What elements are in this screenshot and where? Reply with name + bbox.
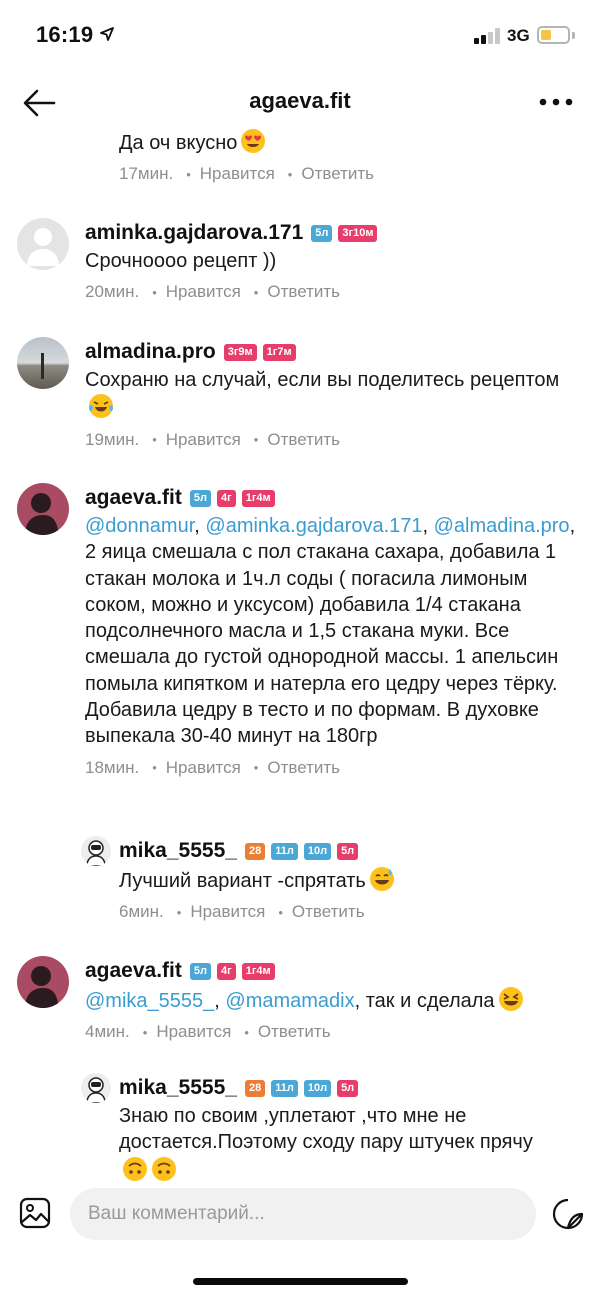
upside-down-face-emoji	[152, 1156, 176, 1181]
comment-time: 18мин.	[85, 757, 140, 777]
grinning-sweat-emoji	[369, 867, 394, 891]
avatar[interactable]	[17, 956, 69, 1008]
badge: 5л	[337, 1079, 359, 1097]
reply-button[interactable]: Ответить	[267, 430, 340, 450]
badge: 5л	[337, 842, 359, 860]
comment-text: Лучший вариант -спрятать	[119, 866, 395, 894]
status-time: 16:19	[36, 22, 94, 47]
location-arrow-icon	[100, 27, 114, 41]
username[interactable]: agaeva.fit	[85, 959, 182, 983]
badge: 28	[244, 1079, 266, 1097]
upside-down-face-emoji	[123, 1156, 147, 1181]
comment-time: 17мин.	[119, 164, 174, 184]
badge: 4г	[217, 489, 236, 507]
mention-link[interactable]: @almadina.pro	[434, 515, 570, 537]
badge: 1г7м	[262, 343, 296, 361]
mention-link[interactable]: @mamamadix	[225, 990, 354, 1012]
comment-text: Знаю по своим ,уплетают ,что мне не дост…	[119, 1103, 559, 1182]
like-button[interactable]: Нравится	[166, 430, 241, 450]
comment-time: 20мин.	[85, 282, 140, 302]
comment-time: 6мин.	[119, 902, 164, 922]
mention-link[interactable]: @mika_5555_	[85, 990, 214, 1012]
comment-text: Сохраню на случай, если вы поделитесь ре…	[85, 367, 565, 422]
avatar[interactable]	[81, 836, 111, 866]
badge: 11л	[271, 842, 298, 860]
comment-text: Срочноооо рецепт ))	[85, 250, 277, 272]
badge: 1г4м	[241, 962, 275, 980]
crying-laughing-emoji	[88, 394, 114, 419]
comment-list[interactable]: Да оч вкусно 17мин. • Нравится • Ответит…	[0, 120, 600, 1182]
badge: 11л	[271, 1079, 298, 1097]
badge: 1г4м	[241, 489, 275, 507]
reply-button[interactable]: Ответить	[292, 902, 365, 922]
comment-time: 19мин.	[85, 429, 140, 449]
network-type: 3G	[507, 26, 530, 45]
reply-button[interactable]: Ответить	[267, 282, 340, 302]
like-button[interactable]: Нравится	[190, 902, 265, 922]
badge: 4г	[217, 962, 236, 980]
like-button[interactable]: Нравится	[166, 282, 241, 302]
signal-icon	[474, 28, 500, 44]
laughing-emoji	[498, 987, 523, 1011]
image-gallery-icon[interactable]	[19, 1197, 51, 1229]
reply-button[interactable]: Ответить	[258, 1022, 331, 1042]
reply-button[interactable]: Ответить	[301, 164, 374, 184]
username[interactable]: agaeva.fit	[85, 486, 182, 510]
comment-meta: 19мин. • Нравится • Ответить	[85, 429, 341, 450]
mention-link[interactable]: @aminka.gajdarova.171	[205, 515, 422, 537]
badge: 5л	[189, 962, 211, 980]
home-indicator[interactable]	[193, 1278, 408, 1285]
avatar[interactable]	[17, 218, 69, 270]
reply-button[interactable]: Ответить	[267, 758, 340, 778]
status-bar: 16:19 3G	[0, 0, 600, 70]
like-button[interactable]: Нравится	[156, 1022, 231, 1042]
default-avatar-icon	[27, 228, 59, 266]
username[interactable]: mika_5555_	[119, 839, 237, 863]
badge: 3г10м	[338, 224, 378, 242]
badge: 5л	[311, 224, 333, 242]
comment-meta: 17мин. • Нравится • Ответить	[119, 164, 375, 184]
username[interactable]: mika_5555_	[119, 1076, 237, 1100]
comment-input[interactable]	[70, 1188, 536, 1240]
comment-meta: 20мин. • Нравится • Ответить	[85, 282, 341, 302]
comment-meta: 4мин. • Нравится • Ответить	[85, 1022, 331, 1042]
comment-text: @mika_5555_, @mamamadix, так и сделала	[85, 986, 524, 1014]
mention-link[interactable]: @donnamur	[85, 515, 194, 537]
avatar[interactable]	[81, 1073, 111, 1103]
badge: 5л	[189, 489, 211, 507]
comment-meta: 6мин. • Нравится • Ответить	[119, 902, 365, 922]
sticker-icon[interactable]	[551, 1197, 585, 1231]
comment-text: @donnamur, @aminka.gajdarova.171, @almad…	[85, 515, 576, 748]
avatar[interactable]	[17, 483, 69, 535]
username[interactable]: almadina.pro	[85, 340, 216, 364]
more-horizontal-icon[interactable]	[538, 96, 574, 108]
username[interactable]: aminka.gajdarova.171	[85, 221, 303, 245]
comment-time: 4мин.	[85, 1022, 130, 1042]
comment-composer	[0, 1182, 600, 1297]
like-button[interactable]: Нравится	[200, 164, 275, 184]
comment-meta: 18мин. • Нравится • Ответить	[85, 757, 341, 778]
page-title: agaeva.fit	[249, 88, 351, 113]
badge: 10л	[303, 842, 332, 860]
badge: 10л	[303, 1079, 332, 1097]
like-button[interactable]: Нравится	[166, 758, 241, 778]
heart-eyes-emoji	[241, 129, 266, 153]
badge: 28	[244, 842, 266, 860]
battery-icon	[537, 26, 570, 44]
battery-level	[541, 30, 551, 40]
comment-text: Да оч вкусно	[119, 128, 374, 156]
avatar[interactable]	[17, 337, 69, 389]
badge: 3г9м	[223, 343, 257, 361]
